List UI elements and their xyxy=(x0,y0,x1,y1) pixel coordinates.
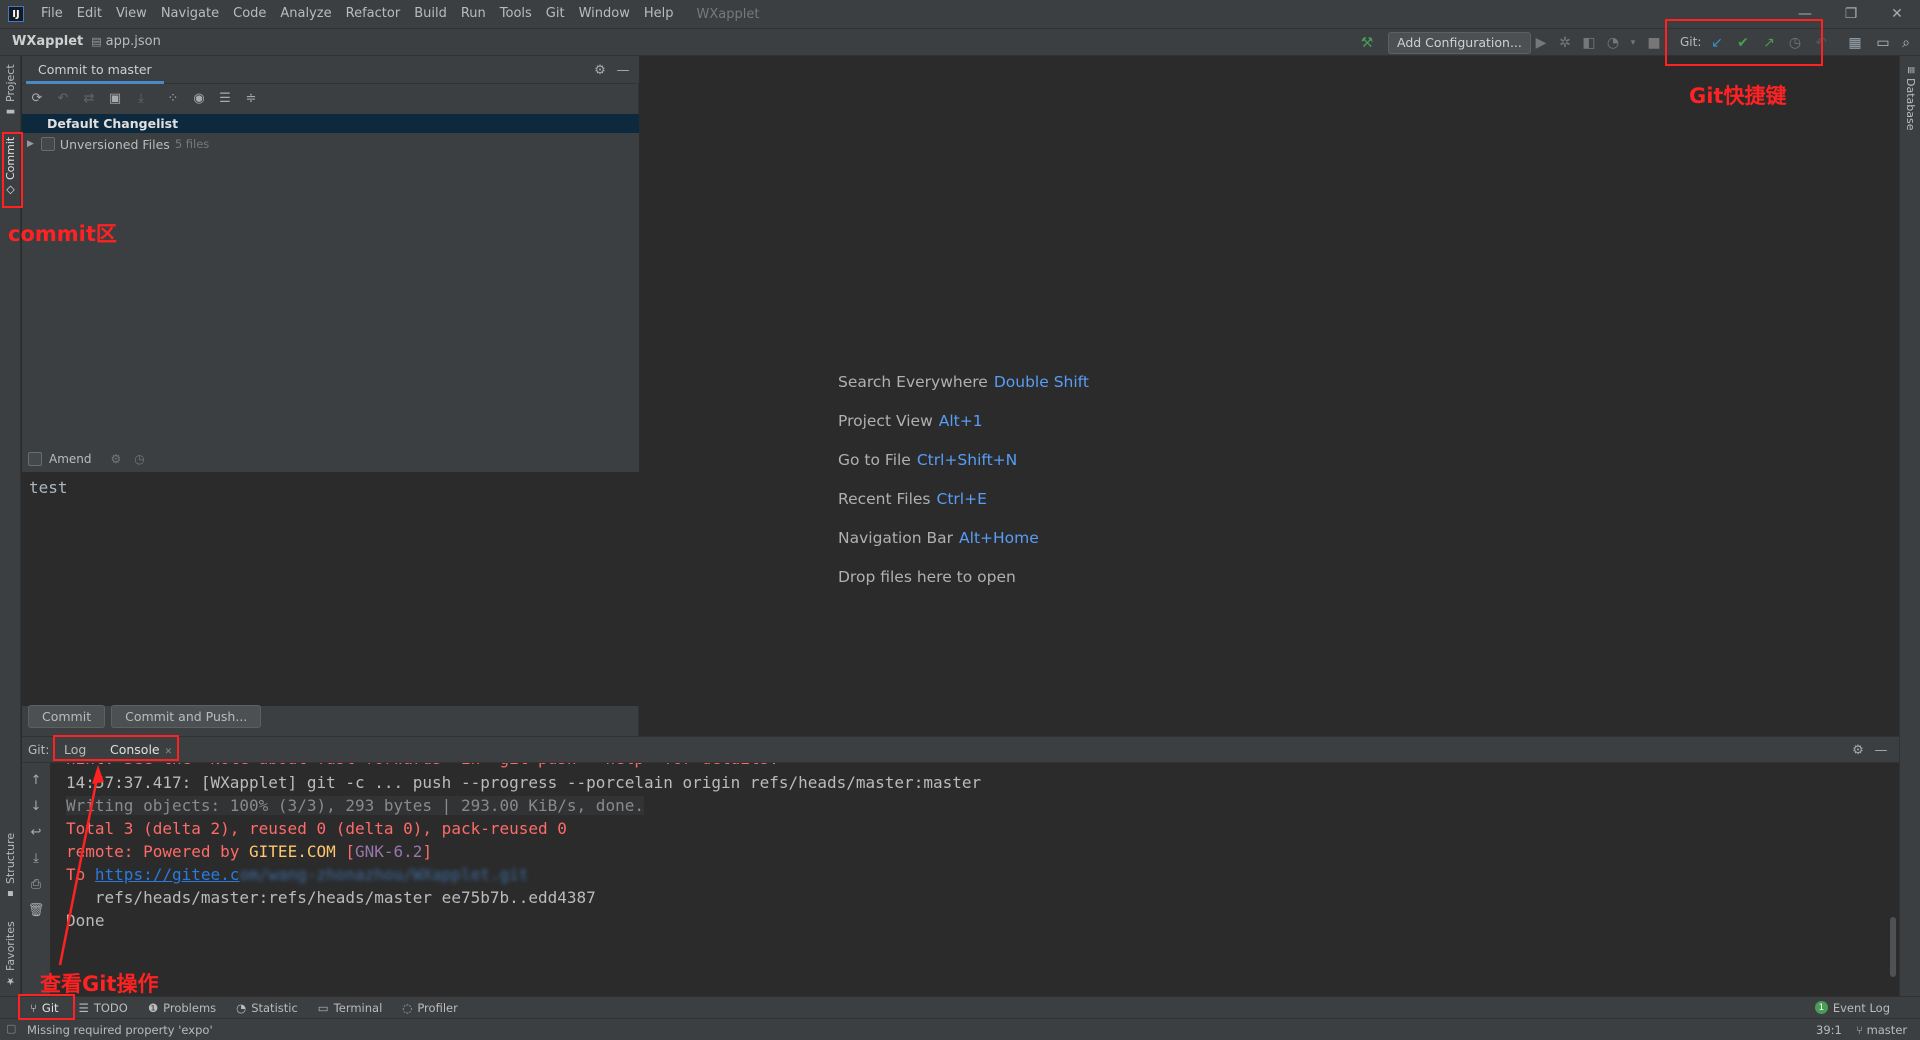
annotation-arrow xyxy=(58,765,104,966)
